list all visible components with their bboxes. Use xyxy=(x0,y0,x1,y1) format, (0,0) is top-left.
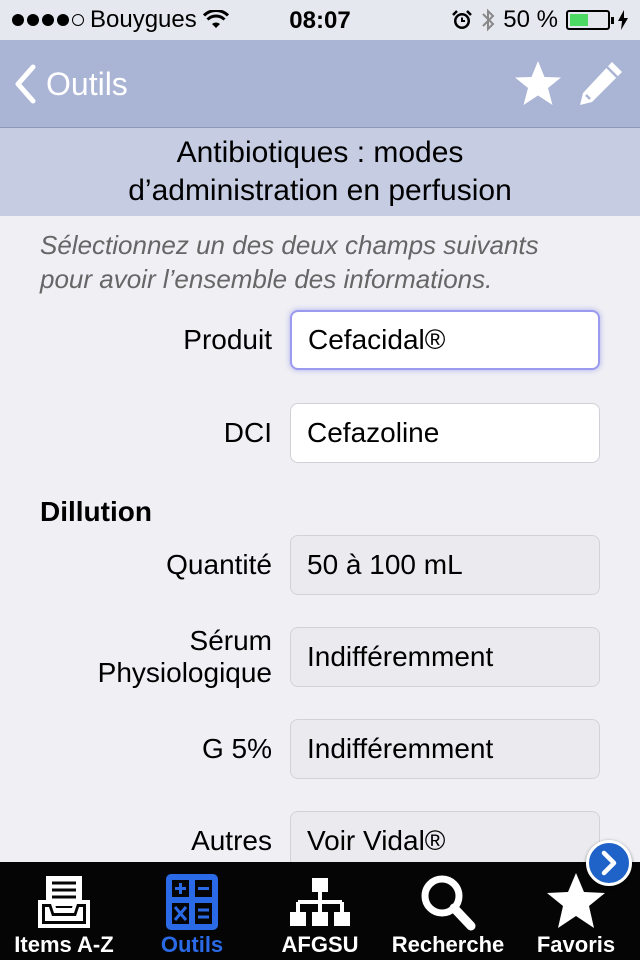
battery-level xyxy=(570,14,588,26)
tab-recherche[interactable]: Recherche xyxy=(384,862,512,960)
dci-row: DCI Cefazoline xyxy=(0,403,640,463)
status-bar: Bouygues 08:07 50 % xyxy=(0,0,640,40)
tab-bar: Items A-Z Outils AFGSU Recherche Favoris xyxy=(0,862,640,960)
back-button[interactable]: Outils xyxy=(14,62,128,106)
serum-row: Sérum Physiologique Indifféremment xyxy=(0,625,640,688)
tab-afgsu[interactable]: AFGSU xyxy=(256,862,384,960)
instructions-text: Sélectionnez un des deux champs suivants… xyxy=(40,230,539,294)
hierarchy-icon xyxy=(290,878,350,926)
carrier-name: Bouygues xyxy=(90,6,197,33)
status-right: 50 % xyxy=(451,0,628,40)
status-left: Bouygues xyxy=(12,0,229,40)
magnifier-icon xyxy=(421,875,476,931)
charging-bolt-icon xyxy=(618,10,628,30)
produit-row: Produit Cefacidal® xyxy=(0,310,640,370)
dci-field[interactable]: Cefazoline xyxy=(290,403,600,463)
alarm-clock-icon xyxy=(452,10,473,29)
produit-label: Produit xyxy=(183,324,272,355)
tab-label: AFGSU xyxy=(281,932,359,957)
quantite-value: 50 à 100 mL xyxy=(290,535,600,595)
navigation-bar: Outils xyxy=(0,40,640,128)
inbox-icon xyxy=(38,876,90,928)
tab-label: Recherche xyxy=(391,932,505,957)
g5-label: G 5% xyxy=(201,733,272,764)
tab-label: Outils xyxy=(160,932,224,957)
chevron-left-icon xyxy=(15,64,36,104)
quantite-row: Quantité 50 à 100 mL xyxy=(0,535,640,595)
signal-strength-icon xyxy=(12,14,84,26)
bluetooth-icon xyxy=(482,8,495,32)
battery-icon xyxy=(566,10,614,30)
scroll-next-button[interactable] xyxy=(586,840,632,886)
autres-label: Autres xyxy=(191,825,272,856)
serum-value: Indifféremment xyxy=(290,627,600,687)
dci-label: DCI xyxy=(223,417,272,448)
wifi-icon xyxy=(202,10,229,28)
page-title: Antibiotiques : modes d’administration e… xyxy=(128,136,512,207)
quantite-label: Quantité xyxy=(166,549,272,580)
back-button-label: Outils xyxy=(46,65,128,102)
produit-field[interactable]: Cefacidal® xyxy=(290,310,600,370)
pencil-icon[interactable] xyxy=(574,58,626,110)
title-band: Antibiotiques : modes d’administration e… xyxy=(0,128,640,216)
tab-items-az[interactable]: Items A-Z xyxy=(0,862,128,960)
star-icon[interactable] xyxy=(512,58,564,110)
battery-percent: 50 % xyxy=(503,6,558,33)
tab-outils[interactable]: Outils xyxy=(128,862,256,960)
chevron-right-icon xyxy=(601,850,617,876)
serum-label: Sérum Physiologique xyxy=(97,625,272,688)
dilution-heading: Dillution xyxy=(40,496,152,527)
calculator-icon xyxy=(166,874,218,930)
g5-row: G 5% Indifféremment xyxy=(0,719,640,779)
g5-value: Indifféremment xyxy=(290,719,600,779)
tab-label: Items A-Z xyxy=(14,932,114,957)
tab-label: Favoris xyxy=(536,932,616,957)
